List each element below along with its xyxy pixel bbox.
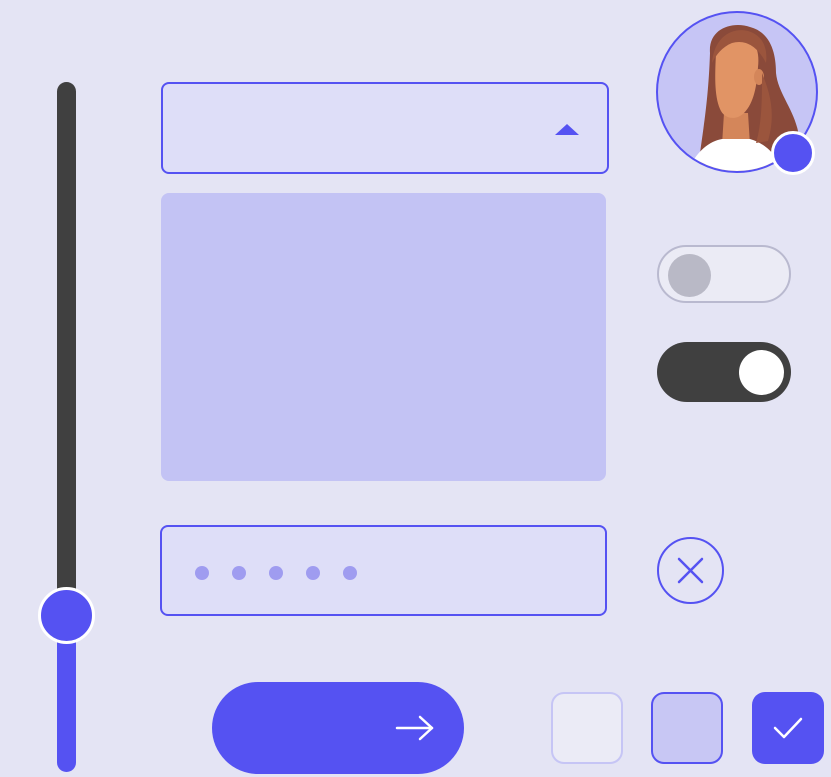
password-mask-dot bbox=[232, 566, 246, 580]
slider-track-fill bbox=[57, 627, 76, 772]
toggle-off[interactable] bbox=[657, 245, 791, 303]
toggle-knob bbox=[668, 254, 711, 297]
password-mask-dot bbox=[269, 566, 283, 580]
clear-button[interactable] bbox=[657, 537, 724, 604]
checkbox-indeterminate[interactable] bbox=[651, 692, 723, 764]
status-badge bbox=[771, 131, 815, 175]
vertical-slider[interactable] bbox=[38, 82, 95, 772]
text-area[interactable] bbox=[161, 193, 606, 481]
checkbox-unchecked[interactable] bbox=[551, 692, 623, 764]
dropdown-select[interactable] bbox=[161, 82, 609, 174]
caret-up-icon[interactable] bbox=[555, 124, 579, 135]
checkbox-checked[interactable] bbox=[752, 692, 824, 764]
check-icon bbox=[773, 717, 803, 739]
toggle-knob bbox=[739, 350, 784, 395]
close-icon bbox=[677, 557, 704, 584]
password-mask-dot bbox=[195, 566, 209, 580]
password-mask-dot bbox=[306, 566, 320, 580]
submit-button[interactable] bbox=[212, 682, 464, 774]
toggle-on[interactable] bbox=[657, 342, 791, 402]
slider-track bbox=[57, 82, 76, 627]
password-field[interactable] bbox=[160, 525, 607, 616]
arrow-right-icon bbox=[395, 715, 434, 741]
slider-thumb[interactable] bbox=[38, 587, 95, 644]
password-mask-dot bbox=[343, 566, 357, 580]
